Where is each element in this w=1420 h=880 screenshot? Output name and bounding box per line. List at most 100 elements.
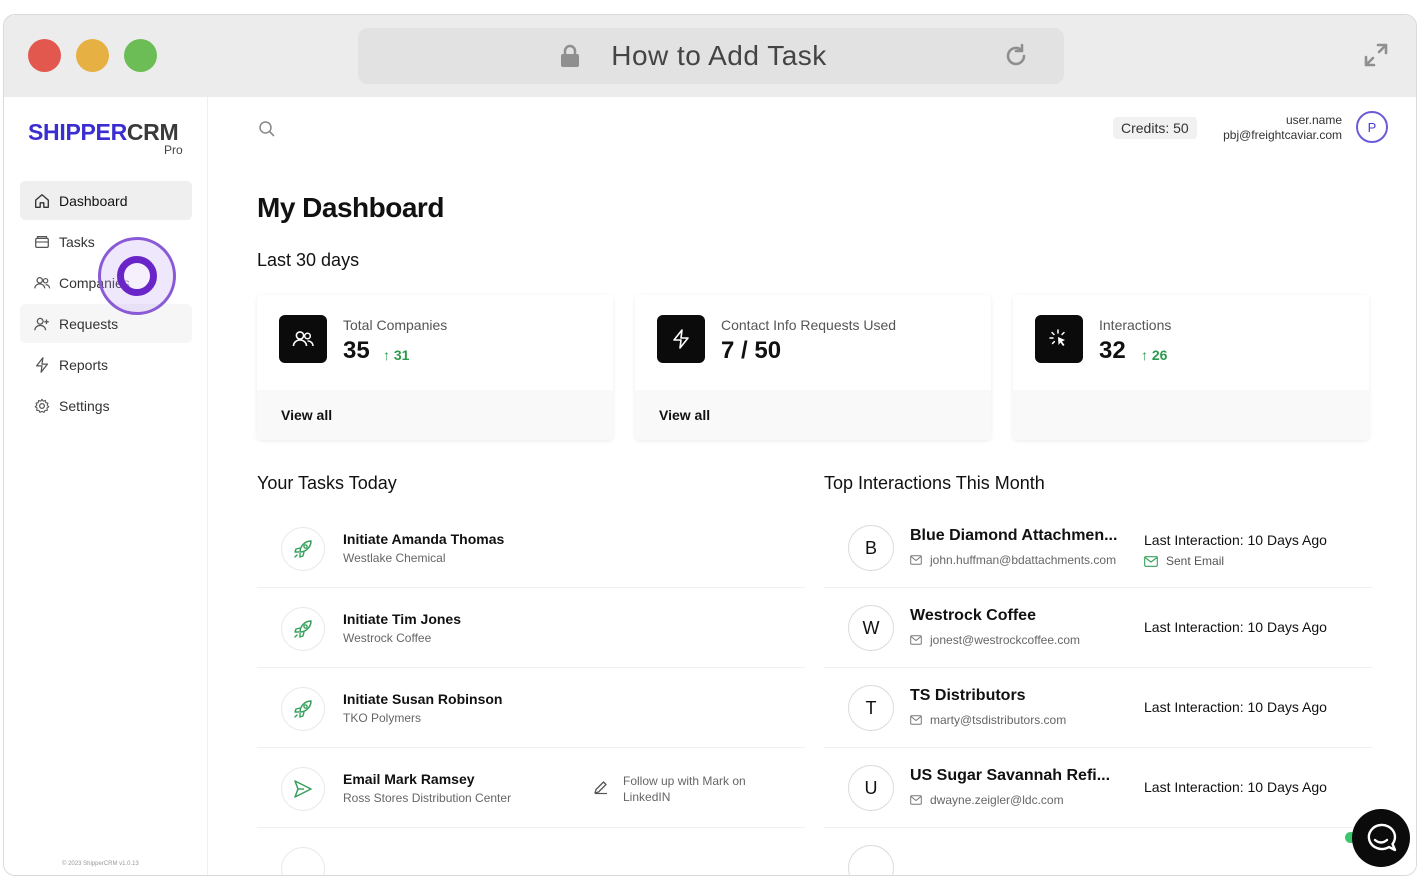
stat-card-interactions: Interactions 32 ↑ 26 — [1013, 295, 1369, 440]
stat-delta: ↑ 26 — [1141, 347, 1168, 363]
company-email: jonest@westrockcoffee.com — [910, 633, 1080, 647]
sidebar-item-label: Reports — [59, 356, 109, 373]
stat-card-total-companies: Total Companies 35 ↑ 31 View all — [257, 295, 613, 440]
stat-value: 32 — [1099, 337, 1126, 364]
stat-footer — [1013, 390, 1369, 440]
list-item[interactable]: T TS Distributors marty@tsdistributors.c… — [824, 669, 1372, 748]
stat-label: Interactions — [1099, 317, 1172, 333]
rocket-icon — [281, 527, 325, 571]
stat-label: Contact Info Requests Used — [721, 317, 897, 333]
browser-titlebar: How to Add Task — [4, 15, 1416, 97]
sidebar-item-label: Settings — [59, 397, 110, 414]
task-company: TKO Polymers — [343, 711, 422, 725]
edit-note-icon[interactable] — [593, 779, 609, 800]
plan-label: Pro — [164, 143, 183, 157]
sidebar-item-reports[interactable]: Reports — [20, 345, 192, 384]
company-avatar: U — [848, 765, 894, 811]
arrow-up-icon: ↑ — [1141, 347, 1148, 363]
company-avatar-partial — [848, 845, 894, 875]
chat-icon — [1367, 823, 1397, 852]
mail-icon — [910, 635, 922, 645]
sidebar-item-dashboard[interactable]: Dashboard — [20, 181, 192, 220]
company-email: dwayne.zeigler@ldc.com — [910, 793, 1064, 807]
avatar[interactable]: P — [1356, 111, 1388, 143]
last-interaction: Last Interaction: 10 Days Ago — [1144, 532, 1327, 548]
task-note: Follow up with Mark on LinkedIN — [623, 774, 746, 804]
task-company: Ross Stores Distribution Center — [343, 791, 512, 805]
close-window-button[interactable] — [28, 39, 61, 72]
click-indicator-core — [117, 256, 157, 296]
mail-icon — [910, 715, 922, 725]
main-content: Credits: 50 user.name pbj@freightcaviar.… — [209, 97, 1416, 875]
search-icon[interactable] — [257, 119, 277, 144]
company-name: Blue Diamond Attachmen... — [910, 527, 1118, 544]
rocket-icon — [281, 687, 325, 731]
page-title: My Dashboard — [257, 192, 444, 223]
stat-label: Total Companies — [343, 317, 448, 333]
period-label: Last 30 days — [257, 250, 360, 270]
interaction-action: Sent Email — [1144, 554, 1224, 568]
company-avatar: T — [848, 685, 894, 731]
list-item[interactable]: B Blue Diamond Attachmen... john.huffman… — [824, 509, 1372, 588]
company-avatar: W — [848, 605, 894, 651]
interactions-list: B Blue Diamond Attachmen... john.huffman… — [824, 509, 1372, 875]
interactions-section-title: Top Interactions This Month — [824, 473, 1045, 493]
user-plus-icon — [34, 317, 49, 330]
app-logo[interactable]: SHIPPERCRM — [28, 119, 179, 146]
last-interaction: Last Interaction: 10 Days Ago — [1144, 699, 1327, 715]
rocket-icon — [281, 607, 325, 651]
expand-icon[interactable] — [1362, 41, 1390, 74]
lock-icon — [560, 44, 580, 73]
mail-icon — [910, 555, 922, 565]
minimize-window-button[interactable] — [76, 39, 109, 72]
company-name: US Sugar Savannah Refi... — [910, 767, 1111, 784]
tasks-section-title: Your Tasks Today — [257, 473, 397, 493]
task-title: Initiate Amanda Thomas — [343, 531, 505, 547]
view-all-requests-link[interactable]: View all — [635, 390, 991, 440]
mail-icon — [1144, 555, 1158, 567]
list-item[interactable]: Initiate Amanda Thomas Westlake Chemical — [257, 509, 805, 588]
stat-value: 7 / 50 — [721, 337, 782, 364]
users-icon — [279, 315, 327, 363]
arrow-up-icon: ↑ — [383, 347, 390, 363]
company-avatar: B — [848, 525, 894, 571]
user-info[interactable]: user.name pbj@freightcaviar.com — [1223, 113, 1342, 143]
user-email: pbj@freightcaviar.com — [1223, 128, 1342, 142]
users-icon — [34, 276, 51, 289]
company-email: john.huffman@bdattachments.com — [910, 553, 1116, 567]
sidebar-item-label: Tasks — [59, 233, 95, 250]
list-item[interactable]: Initiate Tim Jones Westrock Coffee — [257, 589, 805, 668]
tasks-icon — [35, 235, 49, 248]
stat-value: 35 — [343, 337, 370, 364]
sidebar-item-requests[interactable]: Requests — [20, 304, 192, 343]
bolt-icon — [35, 356, 49, 373]
list-item[interactable]: W Westrock Coffee jonest@westrockcoffee.… — [824, 589, 1372, 668]
address-bar[interactable]: How to Add Task — [358, 28, 1064, 84]
chat-support-button[interactable] — [1352, 809, 1410, 867]
bolt-icon — [657, 315, 705, 363]
sidebar-item-label: Requests — [59, 315, 119, 332]
task-title: Initiate Tim Jones — [343, 611, 461, 627]
company-email: marty@tsdistributors.com — [910, 713, 1066, 727]
list-item[interactable]: Initiate Susan Robinson TKO Polymers — [257, 669, 805, 748]
list-item[interactable]: Email Mark Ramsey Ross Stores Distributi… — [257, 749, 805, 828]
browser-window: How to Add Task SHIPPERCRM Pro Dashboard… — [3, 14, 1417, 876]
reload-icon[interactable] — [1002, 42, 1030, 75]
task-company: Westrock Coffee — [343, 631, 432, 645]
user-name: user.name — [1285, 113, 1342, 127]
task-title: Initiate Susan Robinson — [343, 691, 503, 707]
stat-delta: ↑ 31 — [383, 347, 410, 363]
list-item[interactable] — [824, 829, 1372, 875]
tasks-list: Initiate Amanda Thomas Westlake Chemical… — [257, 509, 805, 875]
sidebar-item-settings[interactable]: Settings — [20, 386, 192, 425]
view-all-companies-link[interactable]: View all — [257, 390, 613, 440]
sidebar-footer: © 2023 ShipperCRM v1.0.13 — [62, 861, 139, 867]
company-name: TS Distributors — [910, 687, 1026, 704]
sidebar: SHIPPERCRM Pro Dashboard Tasks Companies… — [4, 97, 208, 875]
send-icon — [281, 767, 325, 811]
maximize-window-button[interactable] — [124, 39, 157, 72]
sidebar-nav: Dashboard Tasks Companies Requests Repor… — [20, 181, 192, 427]
gear-icon — [34, 398, 50, 413]
list-item[interactable] — [257, 829, 805, 875]
list-item[interactable]: U US Sugar Savannah Refi... dwayne.zeigl… — [824, 749, 1372, 828]
